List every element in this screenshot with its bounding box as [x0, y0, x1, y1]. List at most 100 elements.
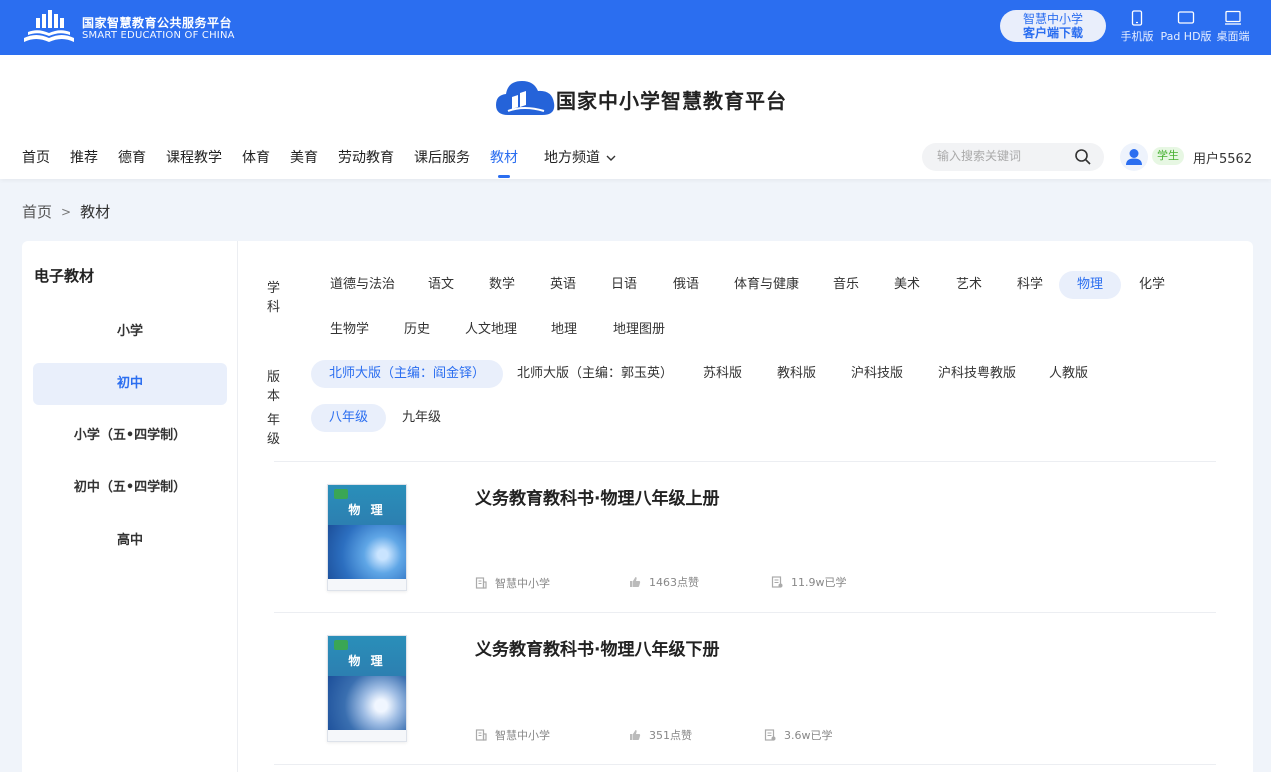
grade-chip-9[interactable]: 九年级 — [384, 404, 459, 432]
breadcrumb-separator: > — [61, 204, 72, 219]
subject-chip-fine-arts[interactable]: 美术 — [876, 271, 938, 299]
textbook-cover[interactable]: 物 理 — [327, 484, 407, 591]
sidebar-title: 电子教材 — [34, 267, 95, 285]
subject-chip-chinese[interactable]: 语文 — [410, 271, 472, 299]
cover-footer — [328, 579, 406, 590]
top-bar: 国家智慧教育公共服务平台 SMART EDUCATION OF CHINA 智慧… — [0, 0, 1271, 55]
list-divider — [274, 764, 1216, 765]
device-pad-button[interactable]: Pad HD版 — [1158, 10, 1214, 44]
subject-chip-english[interactable]: 英语 — [532, 271, 594, 299]
subject-chip-atlas[interactable]: 地理图册 — [595, 316, 683, 344]
search-input[interactable] — [937, 149, 1067, 163]
search-icon[interactable] — [1074, 148, 1092, 170]
device-phone-button[interactable]: 手机版 — [1118, 10, 1156, 44]
device-desktop-button[interactable]: 桌面端 — [1214, 10, 1252, 44]
subject-chip-japanese[interactable]: 日语 — [593, 271, 655, 299]
subject-chip-music[interactable]: 音乐 — [815, 271, 877, 299]
textbook-item[interactable]: 物 理 义务教育教科书·物理八年级下册 智慧中小学 351点赞 3.6w已学 — [274, 613, 1216, 763]
version-chip-bsd-yan[interactable]: 北师大版（主编：阎金铎） — [311, 360, 504, 388]
search-box — [922, 143, 1104, 171]
subject-chip-geography[interactable]: 地理 — [533, 316, 595, 344]
thumb-up-icon — [630, 730, 641, 740]
desktop-icon — [1225, 10, 1241, 25]
textbook-learned: 3.6w已学 — [764, 727, 833, 743]
nav-item-recommend[interactable]: 推荐 — [70, 147, 98, 177]
publisher-text: 智慧中小学 — [495, 729, 550, 742]
textbook-publisher: 智慧中小学 — [475, 575, 550, 591]
download-line1: 智慧中小学 — [1022, 12, 1083, 26]
textbook-learned: 11.9w已学 — [771, 574, 847, 590]
version-chip-bsd-guo[interactable]: 北师大版（主编：郭玉英） — [499, 360, 691, 388]
sidebar-item-primary[interactable]: 小学 — [33, 311, 227, 353]
subject-chip-science[interactable]: 科学 — [999, 271, 1061, 299]
cover-logo-icon — [334, 640, 348, 650]
likes-text: 351点赞 — [649, 729, 692, 742]
site-cloud-logo-icon[interactable] — [494, 75, 558, 121]
cover-logo-icon — [334, 489, 348, 499]
phone-icon — [1131, 10, 1143, 26]
subject-chip-morality[interactable]: 道德与法治 — [312, 271, 413, 299]
role-badge: 学生 — [1152, 147, 1184, 165]
device-desktop-label: 桌面端 — [1216, 30, 1250, 43]
nav-item-afterschool[interactable]: 课后服务 — [414, 147, 470, 177]
breadcrumb-current: 教材 — [80, 203, 111, 221]
subject-chip-human-geography[interactable]: 人文地理 — [447, 316, 535, 344]
subject-chip-art[interactable]: 艺术 — [938, 271, 1000, 299]
cover-title: 物 理 — [348, 654, 386, 668]
thumb-up-icon — [630, 577, 641, 587]
building-icon — [475, 577, 487, 589]
textbook-item[interactable]: 物 理 义务教育教科书·物理八年级上册 智慧中小学 1463点赞 11.9w已学 — [274, 462, 1216, 612]
textbook-cover[interactable]: 物 理 — [327, 635, 407, 742]
tablet-icon — [1177, 11, 1195, 24]
version-chip-suke[interactable]: 苏科版 — [685, 360, 760, 388]
textbook-likes: 351点赞 — [629, 727, 692, 743]
device-phone-label: 手机版 — [1120, 30, 1154, 43]
cover-title: 物 理 — [348, 503, 386, 517]
textbook-panel: 电子教材 小学 初中 小学（五•四学制） 初中（五•四学制） 高中 学科 道德与… — [22, 241, 1253, 772]
subject-chip-math[interactable]: 数学 — [471, 271, 533, 299]
nav-item-textbooks[interactable]: 教材 — [490, 147, 518, 178]
likes-text: 1463点赞 — [649, 576, 699, 589]
grade-chip-8[interactable]: 八年级 — [311, 404, 387, 432]
nav-item-local[interactable]: 地方频道 — [544, 147, 616, 177]
sidebar-item-senior[interactable]: 高中 — [33, 520, 227, 562]
version-chip-hukeji[interactable]: 沪科技版 — [833, 360, 921, 388]
username[interactable]: 用户5562 — [1193, 148, 1252, 167]
subject-chip-history[interactable]: 历史 — [386, 316, 448, 344]
textbook-title[interactable]: 义务教育教科书·物理八年级上册 — [475, 484, 719, 509]
subject-chip-pe[interactable]: 体育与健康 — [716, 271, 817, 299]
version-chip-hukeji-yuejiao[interactable]: 沪科技粤教版 — [920, 360, 1034, 388]
textbook-title[interactable]: 义务教育教科书·物理八年级下册 — [475, 635, 719, 660]
avatar[interactable] — [1120, 143, 1148, 171]
breadcrumb-home[interactable]: 首页 — [22, 201, 52, 222]
version-chip-renjiao[interactable]: 人教版 — [1031, 360, 1106, 388]
nav-item-labor[interactable]: 劳动教育 — [338, 147, 394, 177]
publisher-text: 智慧中小学 — [495, 577, 550, 590]
nav-item-courses[interactable]: 课程教学 — [166, 147, 222, 177]
building-icon — [475, 729, 487, 741]
sidebar-item-junior-54[interactable]: 初中（五•四学制） — [33, 467, 227, 509]
device-pad-label: Pad HD版 — [1160, 30, 1212, 43]
nav-item-arts[interactable]: 美育 — [290, 147, 318, 177]
brand-name-cn: 国家智慧教育公共服务平台 — [82, 16, 233, 30]
cover-art — [328, 525, 406, 579]
user-icon — [1126, 149, 1142, 165]
nav-item-sports[interactable]: 体育 — [242, 147, 270, 177]
subject-chip-russian[interactable]: 俄语 — [655, 271, 717, 299]
subject-chip-biology[interactable]: 生物学 — [312, 316, 387, 344]
sidebar-item-primary-54[interactable]: 小学（五•四学制） — [33, 415, 227, 457]
document-icon — [764, 729, 776, 741]
platform-logo-icon[interactable] — [22, 8, 76, 46]
sidebar-item-junior[interactable]: 初中 — [33, 363, 227, 405]
brand-name-en: SMART EDUCATION OF CHINA — [82, 30, 235, 41]
version-chip-jiaoke[interactable]: 教科版 — [759, 360, 834, 388]
textbook-likes: 1463点赞 — [629, 574, 699, 590]
subject-chip-physics[interactable]: 物理 — [1059, 271, 1122, 299]
client-download-button[interactable]: 智慧中小学 客户端下载 — [1000, 10, 1106, 42]
learned-text: 11.9w已学 — [791, 576, 847, 589]
subject-chip-chemistry[interactable]: 化学 — [1121, 271, 1183, 299]
nav-item-moral[interactable]: 德育 — [118, 147, 146, 177]
nav-item-home[interactable]: 首页 — [22, 147, 50, 177]
breadcrumb: 首页 > 教材 — [22, 201, 110, 222]
chevron-down-icon — [606, 154, 616, 165]
